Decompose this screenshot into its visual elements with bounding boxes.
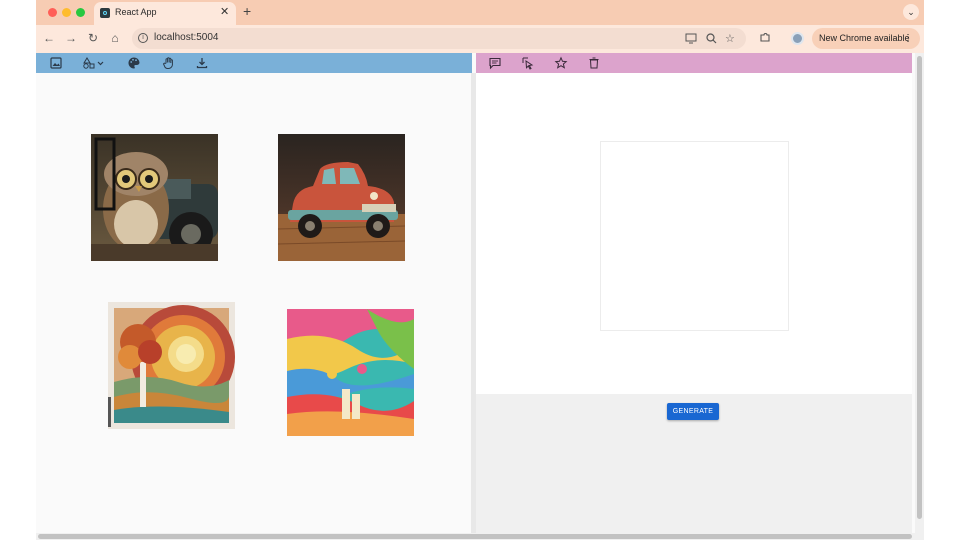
delete-icon[interactable] <box>587 56 601 70</box>
close-window-button[interactable] <box>48 8 57 17</box>
home-icon[interactable]: ⌂ <box>108 31 122 45</box>
tab-search-button[interactable]: ⌄ <box>903 4 919 20</box>
star-icon[interactable] <box>554 56 568 70</box>
update-label: New Chrome available <box>819 33 910 43</box>
forward-icon[interactable]: → <box>64 31 78 45</box>
editor-canvas-area <box>476 73 912 394</box>
chrome-menu-icon[interactable]: ⋮ <box>903 28 913 49</box>
editor-controls: GENERATE <box>476 394 912 534</box>
editor-toolbar <box>476 53 912 73</box>
select-cursor-icon[interactable] <box>521 56 535 70</box>
image-icon[interactable] <box>49 56 63 70</box>
vertical-scroll-thumb[interactable] <box>917 56 922 519</box>
hand-pan-icon[interactable] <box>162 56 176 70</box>
minimize-window-button[interactable] <box>62 8 71 17</box>
maximize-window-button[interactable] <box>76 8 85 17</box>
tab-title: React App <box>115 7 157 17</box>
tab-strip: React App ✕ + ⌄ <box>36 0 924 25</box>
drawing-canvas[interactable] <box>600 141 789 331</box>
install-app-icon[interactable] <box>685 33 697 44</box>
extensions-puzzle-icon[interactable] <box>759 31 771 43</box>
canvas-toolbar <box>36 53 472 73</box>
browser-window: React App ✕ + ⌄ ← → ↻ ⌂ i localhost:5004… <box>36 0 924 540</box>
bookmark-star-icon[interactable]: ☆ <box>725 32 735 45</box>
download-icon[interactable] <box>195 56 209 70</box>
new-chrome-available-button[interactable]: New Chrome available ⋮ <box>812 28 920 49</box>
browser-toolbar: ← → ↻ ⌂ i localhost:5004 ☆ New Chrome av… <box>36 25 924 53</box>
paper-cut-tree-sunset-image[interactable] <box>108 302 235 429</box>
react-favicon-icon <box>100 8 110 18</box>
palette-icon[interactable] <box>127 56 141 70</box>
address-bar[interactable]: i localhost:5004 ☆ <box>132 28 746 49</box>
back-icon[interactable]: ← <box>42 31 56 45</box>
vertical-scrollbar[interactable] <box>915 53 924 540</box>
app-root: GENERATE <box>36 53 924 540</box>
comment-icon[interactable] <box>488 56 502 70</box>
owl-driving-car-image[interactable] <box>91 134 218 261</box>
site-info-icon[interactable]: i <box>138 33 148 43</box>
shapes-dropdown-icon[interactable] <box>82 56 106 70</box>
reload-icon[interactable]: ↻ <box>86 31 100 45</box>
tab-react-app[interactable]: React App ✕ <box>94 2 236 25</box>
new-tab-button[interactable]: + <box>243 3 251 19</box>
url-text[interactable]: localhost:5004 <box>154 32 219 43</box>
colorful-abstract-waves-image[interactable] <box>287 309 414 436</box>
red-toy-car-image[interactable] <box>278 134 405 261</box>
zoom-icon[interactable] <box>706 33 717 44</box>
horizontal-scroll-thumb[interactable] <box>38 534 912 539</box>
generate-button[interactable]: GENERATE <box>667 403 719 420</box>
profile-avatar[interactable] <box>791 32 804 45</box>
tab-close-icon[interactable]: ✕ <box>220 5 229 18</box>
horizontal-scrollbar[interactable] <box>36 533 915 540</box>
